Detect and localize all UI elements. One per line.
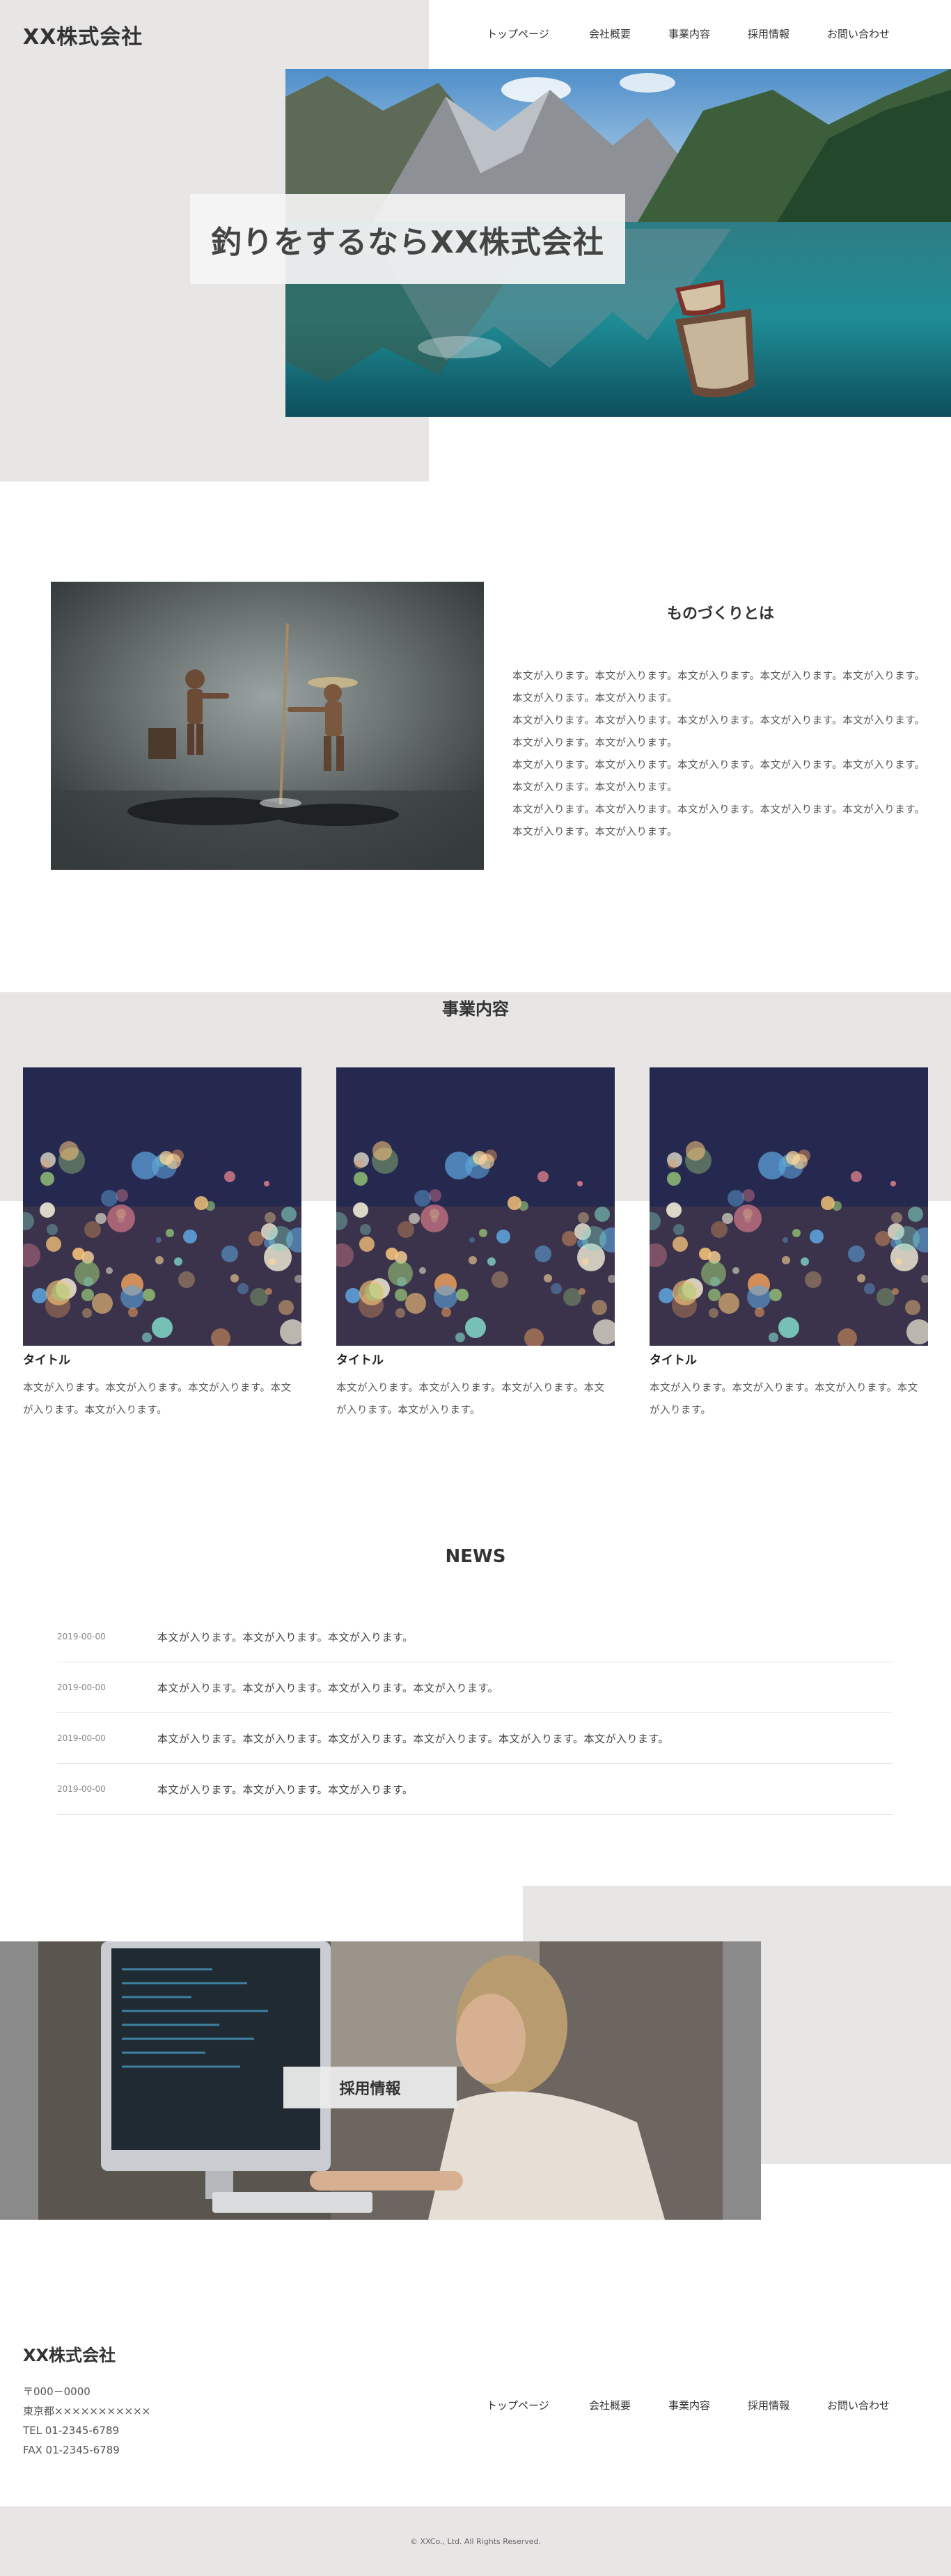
copyright-bar: © XXCo., Ltd. All Rights Reserved. <box>0 2506 951 2576</box>
news-text: 本文が入ります。本文が入ります。本文が入ります。本文が入ります。 <box>157 1681 499 1694</box>
business-card-text: 本文が入ります。本文が入ります。本文が入ります。本文が入ります。 <box>650 1383 918 1416</box>
nav-item-recruit[interactable]: 採用情報 <box>748 26 789 41</box>
footer-address: 〒000－0000 東京都××××××××××× TEL 01-2345-678… <box>23 2382 150 2460</box>
footer-nav-item-recruit[interactable]: 採用情報 <box>748 2398 789 2412</box>
footer-fax: FAX 01-2345-6789 <box>23 2444 120 2456</box>
nav-item-top[interactable]: トップページ <box>487 26 549 41</box>
footer-nav-item-top[interactable]: トップページ <box>487 2398 549 2412</box>
business-card[interactable]: タイトル 本文が入ります。本文が入ります。本文が入ります。本文が入ります。 <box>650 1067 928 1422</box>
news-date: 2019-00-00 <box>57 1683 106 1692</box>
about-paragraph: 本文が入ります。本文が入ります。本文が入ります。本文が入ります。本文が入ります。… <box>512 671 925 704</box>
about-heading: ものづくりとは <box>666 605 774 623</box>
business-card-image <box>336 1067 615 1346</box>
news-item[interactable]: 2019-00-00 本文が入ります。本文が入ります。本文が入ります。本文が入り… <box>57 1713 893 1764</box>
news-text: 本文が入ります。本文が入ります。本文が入ります。 <box>157 1630 414 1644</box>
nav-item-company[interactable]: 会社概要 <box>589 26 631 41</box>
copyright-text: © XXCo., Ltd. All Rights Reserved. <box>410 2536 541 2546</box>
footer-nav-item-business[interactable]: 事業内容 <box>668 2398 710 2412</box>
news-heading: NEWS <box>445 1546 506 1567</box>
footer-nav-item-company[interactable]: 会社概要 <box>589 2398 631 2412</box>
business-card-title: タイトル <box>23 1353 70 1367</box>
news-text: 本文が入ります。本文が入ります。本文が入ります。本文が入ります。本文が入ります。… <box>157 1732 670 1745</box>
hero-catchcopy: 釣りをするならXX株式会社 <box>211 224 604 260</box>
about-paragraph: 本文が入ります。本文が入ります。本文が入ります。本文が入ります。本文が入ります。… <box>512 804 925 838</box>
business-card-text: 本文が入ります。本文が入ります。本文が入ります。本文が入ります。本文が入ります。 <box>23 1383 292 1416</box>
business-card-title: タイトル <box>336 1353 384 1367</box>
nav-item-business[interactable]: 事業内容 <box>668 26 710 41</box>
hero-catchcopy-box: 釣りをするならXX株式会社 <box>190 194 625 284</box>
news-item[interactable]: 2019-00-00 本文が入ります。本文が入ります。本文が入ります。 <box>57 1764 893 1815</box>
global-nav: トップページ 会社概要 事業内容 採用情報 お問い合わせ <box>0 26 951 40</box>
footer-tel: TEL 01-2345-6789 <box>23 2424 120 2437</box>
about-paragraph: 本文が入ります。本文が入ります。本文が入ります。本文が入ります。本文が入ります。… <box>512 760 925 793</box>
news-text: 本文が入ります。本文が入ります。本文が入ります。 <box>157 1783 414 1796</box>
about-body: 本文が入ります。本文が入ります。本文が入ります。本文が入ります。本文が入ります。… <box>512 665 930 843</box>
business-card[interactable]: タイトル 本文が入ります。本文が入ります。本文が入ります。本文が入ります。本文が… <box>23 1067 301 1422</box>
about-fishing-children-image <box>51 582 484 870</box>
news-date: 2019-00-00 <box>57 1733 106 1743</box>
business-card-title: タイトル <box>650 1353 697 1367</box>
business-card-image <box>650 1067 928 1346</box>
business-card-image <box>23 1067 301 1346</box>
news-item[interactable]: 2019-00-00 本文が入ります。本文が入ります。本文が入ります。本文が入り… <box>57 1662 893 1713</box>
recruit-button[interactable]: 採用情報 <box>283 2067 457 2108</box>
footer-nav: トップページ 会社概要 事業内容 採用情報 お問い合わせ <box>0 2398 951 2412</box>
footer-logo[interactable]: XX株式会社 <box>23 2342 116 2366</box>
about-paragraph: 本文が入ります。本文が入ります。本文が入ります。本文が入ります。本文が入ります。… <box>512 715 925 749</box>
news-date: 2019-00-00 <box>57 1784 106 1794</box>
nav-item-contact[interactable]: お問い合わせ <box>827 26 890 41</box>
business-card-text: 本文が入ります。本文が入ります。本文が入ります。本文が入ります。本文が入ります。 <box>336 1383 605 1416</box>
business-heading: 事業内容 <box>442 999 509 1019</box>
news-date: 2019-00-00 <box>57 1632 106 1641</box>
news-item[interactable]: 2019-00-00 本文が入ります。本文が入ります。本文が入ります。 <box>57 1612 893 1662</box>
business-card[interactable]: タイトル 本文が入ります。本文が入ります。本文が入ります。本文が入ります。本文が… <box>336 1067 615 1422</box>
footer-nav-item-contact[interactable]: お問い合わせ <box>827 2398 890 2412</box>
news-list: 2019-00-00 本文が入ります。本文が入ります。本文が入ります。 2019… <box>57 1612 893 1815</box>
